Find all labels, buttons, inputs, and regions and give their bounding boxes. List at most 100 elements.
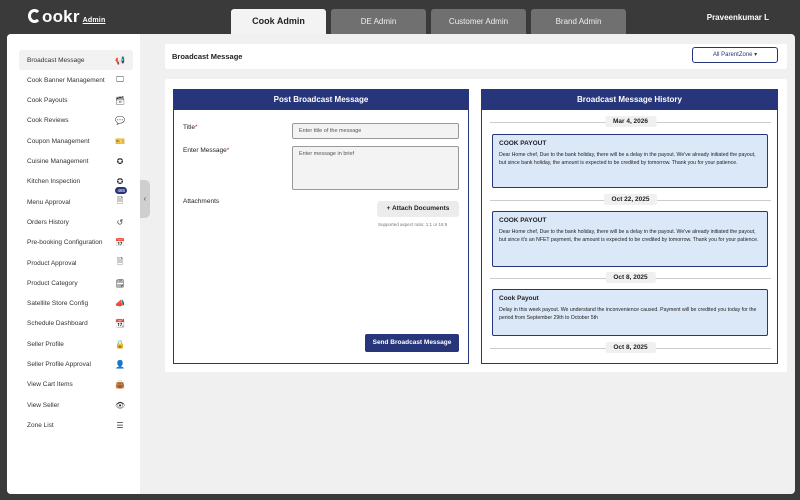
sidebar-item-label: Product Approval — [27, 259, 77, 267]
date-divider: Oct 8, 2025 — [490, 272, 771, 284]
ticket-icon: 🎫 — [115, 136, 125, 146]
sidebar-item-label: Schedule Dashboard — [27, 320, 88, 328]
message-card[interactable]: Cook Payout Delay in this week payout. W… — [492, 289, 768, 336]
date-divider: Oct 22, 2025 — [490, 194, 771, 206]
sidebar-item-label: View Seller — [27, 401, 60, 409]
list-icon: ☰ — [116, 420, 124, 430]
sidebar-item-zone-list[interactable]: Zone List ☰ — [19, 415, 133, 435]
badge-star-icon: ✪ — [116, 177, 124, 187]
history-icon: ↺ — [116, 217, 124, 227]
calendar-check-icon: 📆 — [115, 319, 125, 329]
sidebar-item-satellite-store-config[interactable]: Satellite Store Config 📣 — [19, 294, 133, 314]
admin-tabs: Cook Admin DE Admin Customer Admin Brand… — [231, 9, 626, 34]
tab-cook-admin[interactable]: Cook Admin — [231, 9, 326, 34]
sidebar-item-label: Coupon Management — [27, 137, 90, 145]
message-label: Enter Message* — [183, 147, 229, 154]
chevron-left-icon: ‹ — [143, 194, 147, 203]
sidebar-item-product-category[interactable]: Product Category 🗒 — [19, 273, 133, 293]
file-list-icon: 🗒 — [115, 278, 126, 288]
attach-documents-button[interactable]: + Attach Documents — [377, 201, 459, 217]
sidebar-item-label: Cuisine Management — [27, 158, 89, 165]
file-check-icon: 🗎 — [116, 257, 124, 266]
bag-icon: 👜 — [115, 380, 125, 390]
date-divider: Mar 4, 2026 — [490, 116, 771, 128]
count-badge: 486 — [115, 187, 127, 195]
sidebar-item-cook-payouts[interactable]: Cook Payouts 🗃 — [19, 91, 133, 111]
sidebar-item-schedule-dashboard[interactable]: Schedule Dashboard 📆 — [19, 314, 133, 334]
message-card[interactable]: COOK PAYOUT Dear Home chef, Due to the b… — [492, 211, 768, 267]
monitor-icon: 🖵 — [116, 75, 124, 85]
sidebar-item-menu-approval[interactable]: Menu Approval 🗎 486 — [19, 187, 133, 212]
message-title: COOK PAYOUT — [499, 140, 547, 147]
page-title: Broadcast Message — [172, 52, 243, 61]
sidebar-item-label: Orders History — [27, 218, 69, 226]
main-content: Post Broadcast Message Title* Enter titl… — [165, 79, 787, 372]
top-bar: ookr Admin Cook Admin DE Admin Customer A… — [0, 0, 800, 34]
sidebar-item-label: Cook Reviews — [27, 117, 69, 125]
message-title: COOK PAYOUT — [499, 217, 547, 224]
message-label-text: Enter Message — [183, 147, 227, 154]
sidebar-item-label: Satellite Store Config — [27, 300, 89, 308]
broadcast-history-heading: Broadcast Message History — [482, 90, 777, 110]
sidebar-item-label: Kitchen Inspection — [27, 178, 81, 186]
tab-brand-admin[interactable]: Brand Admin — [531, 9, 626, 34]
date-label: Mar 4, 2026 — [604, 116, 657, 127]
eye-icon: 👁 — [115, 400, 126, 410]
sidebar-item-pre-booking-configuration[interactable]: Pre-booking Configuration 📅 — [19, 233, 133, 253]
megaphone-icon: 📣 — [115, 299, 125, 309]
date-label: Oct 8, 2025 — [605, 342, 656, 353]
lock-icon: 🔒 — [115, 339, 125, 349]
brand-name: ookr — [42, 7, 80, 26]
sidebar-item-broadcast-message[interactable]: Broadcast Message 📢 — [19, 50, 133, 70]
message-body: Delay in this week payout. We understand… — [499, 307, 757, 322]
attach-hint: Supported aspect ratio: 1:1 or 16:9 — [378, 222, 448, 227]
sidebar-item-cuisine-management[interactable]: Cuisine Management ✪ — [19, 152, 133, 172]
calendar-icon: 📅 — [115, 238, 125, 248]
sidebar-item-label: Cook Banner Management — [27, 76, 105, 84]
chat-icon: 💬 — [115, 116, 125, 126]
sidebar-item-orders-history[interactable]: Orders History ↺ — [19, 212, 133, 232]
page-header: Broadcast Message All ParentZone ▾ — [165, 44, 787, 69]
attachments-label: Attachments — [183, 198, 220, 205]
tab-de-admin[interactable]: DE Admin — [331, 9, 426, 34]
megaphone-icon: 📢 — [115, 55, 125, 65]
sidebar-item-coupon-management[interactable]: Coupon Management 🎫 — [19, 131, 133, 151]
sidebar-item-label: Seller Profile — [27, 340, 64, 348]
sidebar-item-seller-profile-approval[interactable]: Seller Profile Approval 👤 — [19, 355, 133, 375]
tab-customer-admin[interactable]: Customer Admin — [431, 9, 526, 34]
sidebar-item-label: Product Category — [27, 279, 78, 287]
app-logo[interactable]: ookr Admin — [28, 7, 105, 27]
sidebar-item-label: Zone List — [27, 421, 54, 429]
title-label-text: Title — [183, 124, 196, 131]
brand-sub: Admin — [82, 17, 106, 24]
sidebar-item-view-cart-items[interactable]: View Cart Items 👜 — [19, 375, 133, 395]
date-label: Oct 8, 2025 — [605, 272, 656, 283]
message-body: Dear Home chef, Due to the bank holiday,… — [499, 152, 756, 167]
message-textarea[interactable]: Enter message in brief — [292, 146, 459, 190]
title-label: Title* — [183, 124, 198, 131]
document-icon: 🗎 486 — [115, 187, 127, 206]
title-input[interactable]: Enter title of the message — [292, 123, 459, 139]
star-icon: ✪ — [116, 157, 124, 166]
message-card[interactable]: COOK PAYOUT Dear Home chef, Due to the b… — [492, 134, 768, 188]
sidebar-item-label: Cook Payouts — [27, 97, 68, 105]
send-broadcast-button[interactable]: Send Broadcast Message — [365, 334, 459, 352]
sidebar-item-product-approval[interactable]: Product Approval 🗎 — [19, 253, 133, 273]
sidebar-item-label: Menu Approval — [27, 198, 71, 206]
sidebar-item-cook-reviews[interactable]: Cook Reviews 💬 — [19, 111, 133, 131]
sidebar-item-view-seller[interactable]: View Seller 👁 — [19, 395, 133, 415]
archive-icon: 🗃 — [115, 96, 126, 106]
sidebar-collapse-button[interactable]: ‹ — [140, 180, 150, 218]
required-mark: * — [226, 147, 230, 154]
message-body: Dear Home chef, Due to the bank holiday,… — [499, 229, 759, 244]
sidebar-item-label: Broadcast Message — [27, 56, 85, 64]
logo-mark-icon — [28, 9, 41, 23]
sidebar-item-label: Seller Profile Approval — [27, 361, 91, 368]
sidebar-item-seller-profile[interactable]: Seller Profile 🔒 — [19, 334, 133, 354]
sidebar-item-cook-banner-management[interactable]: Cook Banner Management 🖵 — [19, 70, 133, 90]
parent-zone-dropdown[interactable]: All ParentZone ▾ — [692, 47, 778, 63]
sidebar-item-label: View Cart Items — [27, 381, 73, 389]
broadcast-history-panel: Broadcast Message History Mar 4, 2026 CO… — [481, 89, 778, 364]
user-name[interactable]: Praveenkumar L — [707, 13, 769, 22]
sidebar: Broadcast Message 📢 Cook Banner Management… — [7, 34, 140, 494]
